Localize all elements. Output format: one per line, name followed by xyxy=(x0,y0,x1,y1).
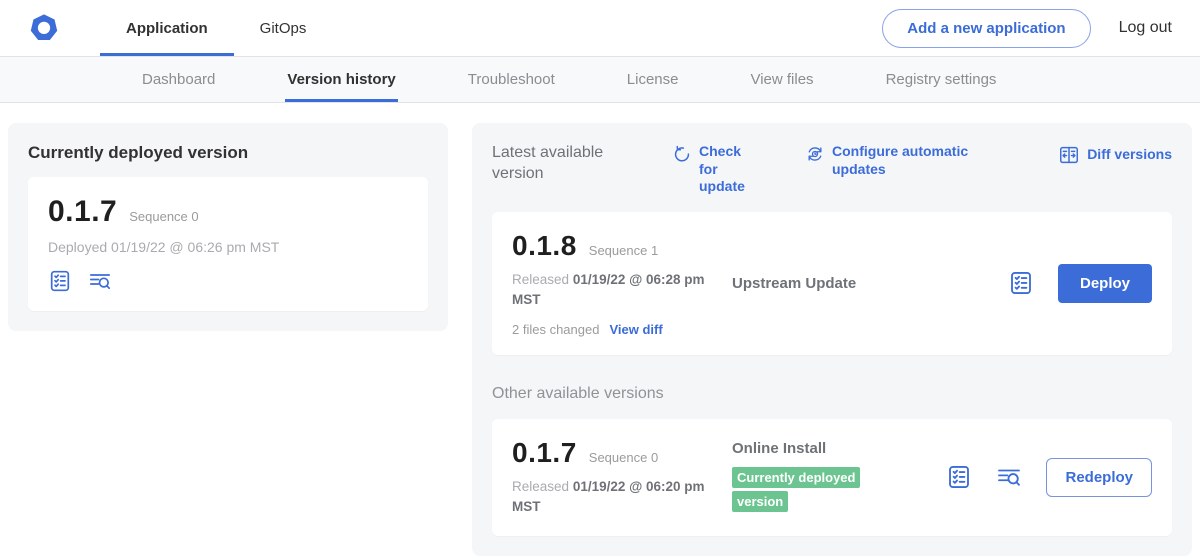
subnav-item-license[interactable]: License xyxy=(625,57,681,102)
view-logs-icon[interactable] xyxy=(88,269,112,293)
other-released-timestamp: Released 01/19/22 @ 06:20 pm MST xyxy=(512,477,712,518)
deployed-sequence-label: Sequence 0 xyxy=(129,209,198,224)
latest-version-card: 0.1.8 Sequence 1 Released 01/19/22 @ 06:… xyxy=(492,212,1172,356)
preflight-checks-icon[interactable] xyxy=(1008,270,1034,296)
app-subnav: Dashboard Version history Troubleshoot L… xyxy=(0,57,1200,103)
diff-versions-label: Diff versions xyxy=(1087,146,1172,164)
deployed-version-row: 0.1.7 Sequence 0 xyxy=(48,195,408,229)
other-versions-heading: Other available versions xyxy=(492,385,1172,403)
other-version-card: 0.1.7 Sequence 0 Released 01/19/22 @ 06:… xyxy=(492,419,1172,536)
redeploy-button[interactable]: Redeploy xyxy=(1046,458,1152,497)
top-bar: Application GitOps Add a new application… xyxy=(0,0,1200,57)
preflight-checks-icon[interactable] xyxy=(48,269,72,293)
subnav-item-registry-settings[interactable]: Registry settings xyxy=(884,57,999,102)
currently-deployed-badge-wrap: Currently deployed version xyxy=(732,466,894,516)
deployed-version-card: 0.1.7 Sequence 0 Deployed 01/19/22 @ 06:… xyxy=(28,177,428,311)
deploy-button[interactable]: Deploy xyxy=(1058,264,1152,303)
latest-sequence-label: Sequence 1 xyxy=(589,243,658,258)
main-content: Currently deployed version 0.1.7 Sequenc… xyxy=(0,103,1200,556)
subnav-item-troubleshoot[interactable]: Troubleshoot xyxy=(466,57,557,102)
preflight-checks-icon[interactable] xyxy=(946,464,972,490)
latest-source-label: Upstream Update xyxy=(732,275,1008,292)
diff-icon xyxy=(1058,144,1080,166)
deployed-actions xyxy=(48,269,408,293)
latest-actions: Deploy xyxy=(1008,264,1152,303)
other-source-column: Online Install Currently deployed versio… xyxy=(732,440,946,516)
currently-deployed-panel: Currently deployed version 0.1.7 Sequenc… xyxy=(8,123,448,331)
version-history-panel: Latest available version Check for updat… xyxy=(472,123,1192,556)
latest-version-number: 0.1.8 xyxy=(512,230,577,262)
other-actions: Redeploy xyxy=(946,458,1152,497)
check-for-update-label: Check for update xyxy=(699,143,763,196)
deployed-version-number: 0.1.7 xyxy=(48,195,117,229)
refresh-icon xyxy=(672,144,692,164)
check-for-update-link[interactable]: Check for update xyxy=(672,143,763,196)
other-version-info: 0.1.7 Sequence 0 Released 01/19/22 @ 06:… xyxy=(512,437,732,518)
view-diff-link[interactable]: View diff xyxy=(609,322,662,337)
logout-link[interactable]: Log out xyxy=(1119,19,1172,37)
subnav-item-dashboard[interactable]: Dashboard xyxy=(140,57,217,102)
add-application-button[interactable]: Add a new application xyxy=(882,9,1090,48)
updates-header: Latest available version Check for updat… xyxy=(492,143,1172,196)
auto-update-clock-icon xyxy=(805,144,825,164)
app-logo-icon[interactable] xyxy=(28,12,60,44)
other-sequence-label: Sequence 0 xyxy=(589,450,658,465)
deployed-timestamp: Deployed 01/19/22 @ 06:26 pm MST xyxy=(48,239,408,255)
other-source-label: Online Install xyxy=(732,440,946,457)
latest-released-timestamp: Released 01/19/22 @ 06:28 pm MST xyxy=(512,270,712,311)
other-version-number: 0.1.7 xyxy=(512,437,577,469)
latest-available-heading: Latest available version xyxy=(492,143,644,185)
currently-deployed-badge: Currently deployed version xyxy=(732,467,860,513)
configure-updates-link[interactable]: Configure automatic updates xyxy=(805,143,970,178)
subnav-item-version-history[interactable]: Version history xyxy=(285,57,397,102)
tab-application[interactable]: Application xyxy=(100,0,234,56)
view-logs-icon[interactable] xyxy=(996,464,1022,490)
files-changed-label: 2 files changed xyxy=(512,322,599,337)
latest-version-info: 0.1.8 Sequence 1 Released 01/19/22 @ 06:… xyxy=(512,230,732,338)
app-tabs: Application GitOps xyxy=(100,0,332,56)
kots-admin-console: Application GitOps Add a new application… xyxy=(0,0,1200,536)
diff-versions-link[interactable]: Diff versions xyxy=(1058,143,1172,166)
configure-updates-label: Configure automatic updates xyxy=(832,143,970,178)
subnav-item-view-files[interactable]: View files xyxy=(748,57,815,102)
latest-files-changed-row: 2 files changed View diff xyxy=(512,322,732,337)
tab-gitops[interactable]: GitOps xyxy=(234,0,333,56)
deployed-panel-title: Currently deployed version xyxy=(28,143,428,163)
